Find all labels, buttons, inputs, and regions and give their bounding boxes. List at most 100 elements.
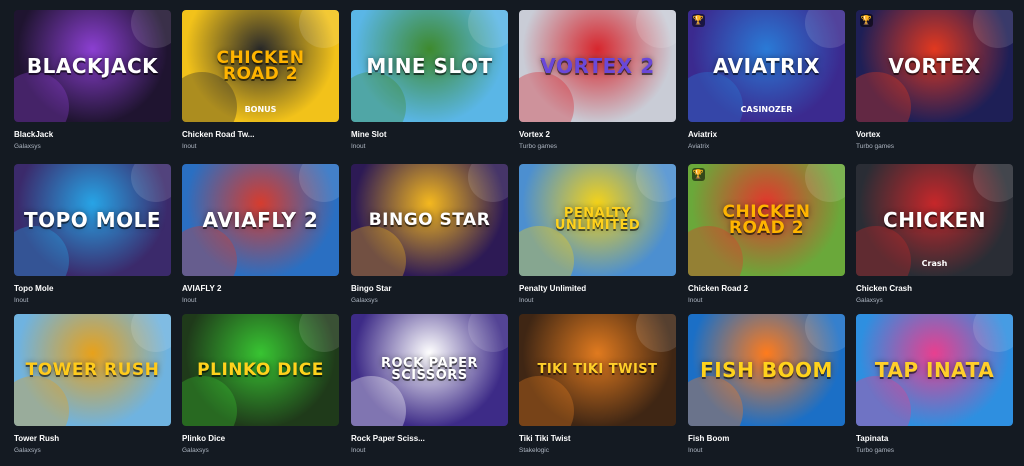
game-provider: Galaxsys <box>182 447 209 454</box>
game-art-title: BINGO STAR <box>368 209 491 230</box>
game-name[interactable]: Tapinata <box>856 434 1013 443</box>
game-card[interactable]: CHICKEN ROAD 2 🏆 Chicken Road 2 Inout <box>688 164 845 304</box>
game-thumbnail[interactable]: TOPO MOLE <box>14 164 171 276</box>
game-name[interactable]: Fish Boom <box>688 434 845 443</box>
game-thumbnail[interactable]: VORTEX 🏆 <box>856 10 1013 122</box>
game-art-title: FISH BOOM <box>700 357 833 382</box>
game-card[interactable]: TOWER RUSH Tower Rush Galaxsys <box>14 314 171 454</box>
plane-icon: Aviatrix CASINOZER <box>688 10 845 122</box>
trophy-icon: 🏆 <box>692 168 705 181</box>
game-card[interactable]: Plinko DICE Plinko Dice Galaxsys <box>182 314 339 454</box>
game-art-title: VORTEX <box>888 53 981 78</box>
game-thumbnail[interactable]: CHICKEN Crash <box>856 164 1013 276</box>
game-name[interactable]: Vortex <box>856 130 1013 139</box>
game-name[interactable]: Chicken Road Tw... <box>182 130 339 139</box>
game-thumbnail[interactable]: BINGO STAR <box>351 164 508 276</box>
game-name[interactable]: Mine Slot <box>351 130 508 139</box>
trophy-icon: 🏆 <box>860 14 873 27</box>
game-name[interactable]: Bingo Star <box>351 284 508 293</box>
game-provider: Stakelogic <box>519 447 549 454</box>
game-card[interactable]: CHICKEN Crash Chicken Crash Galaxsys <box>856 164 1013 304</box>
tiki-icon: TiKi TiKi TWIST <box>519 314 676 426</box>
game-name[interactable]: Tower Rush <box>14 434 171 443</box>
game-provider: Inout <box>351 143 366 150</box>
game-name[interactable]: AVIAFLY 2 <box>182 284 339 293</box>
game-card[interactable]: VORTEX 2 Vortex 2 Turbo games <box>519 10 676 150</box>
game-provider: Aviatrix <box>688 143 710 150</box>
game-card[interactable]: BINGO STAR Bingo Star Galaxsys <box>351 164 508 304</box>
game-art-title: TAP INATA <box>874 357 995 382</box>
game-art-title: VORTEX 2 <box>540 53 655 78</box>
cards-icon: BLACKJACK <box>14 10 171 122</box>
game-name[interactable]: Topo Mole <box>14 284 171 293</box>
game-art-title: CHICKEN <box>883 207 986 232</box>
game-thumbnail[interactable]: TAP INATA <box>856 314 1013 426</box>
mole-icon: TOPO MOLE <box>14 164 171 276</box>
game-name[interactable]: BlackJack <box>14 130 171 139</box>
game-name[interactable]: Vortex 2 <box>519 130 676 139</box>
game-art-subtitle: Crash <box>921 259 948 268</box>
game-art-title: CHICKEN ROAD 2 <box>216 47 305 84</box>
game-card[interactable]: Aviatrix CASINOZER 🏆 Aviatrix Aviatrix <box>688 10 845 150</box>
game-card[interactable]: BLACKJACK BlackJack Galaxsys <box>14 10 171 150</box>
game-thumbnail[interactable]: CHICKEN ROAD 2 BONUS <box>182 10 339 122</box>
pickaxe-icon: MINE SLOT <box>351 10 508 122</box>
game-provider: Inout <box>182 143 197 150</box>
game-name[interactable]: Penalty Unlimited <box>519 284 676 293</box>
game-provider: Inout <box>351 447 366 454</box>
chicken-icon: CHICKEN Crash <box>856 164 1013 276</box>
game-thumbnail[interactable]: VORTEX 2 <box>519 10 676 122</box>
game-art-title: Aviatrix <box>713 53 820 78</box>
game-name[interactable]: Chicken Road 2 <box>688 284 845 293</box>
game-card[interactable]: ROCK PAPER SCISSORS Rock Paper Sciss... In… <box>351 314 508 454</box>
game-card[interactable]: CHICKEN ROAD 2 BONUS Chicken Road Tw... Ino… <box>182 10 339 150</box>
game-thumbnail[interactable]: Aviatrix CASINOZER 🏆 <box>688 10 845 122</box>
game-thumbnail[interactable]: BLACKJACK <box>14 10 171 122</box>
game-card[interactable]: TAP INATA Tapinata Turbo games <box>856 314 1013 454</box>
game-art-title: TOPO MOLE <box>23 207 162 232</box>
game-card[interactable]: MINE SLOT Mine Slot Inout <box>351 10 508 150</box>
game-thumbnail[interactable]: FISH BOOM <box>688 314 845 426</box>
game-card[interactable]: PENALTY UNLIMITED Penalty Unlimited Inout <box>519 164 676 304</box>
fish-icon: FISH BOOM <box>688 314 845 426</box>
chicken-icon: CHICKEN ROAD 2 BONUS <box>182 10 339 122</box>
pinata-icon: TAP INATA <box>856 314 1013 426</box>
hand-icon: ROCK PAPER SCISSORS <box>351 314 508 426</box>
tower-icon: TOWER RUSH <box>14 314 171 426</box>
game-thumbnail[interactable]: ROCK PAPER SCISSORS <box>351 314 508 426</box>
game-thumbnail[interactable]: Plinko DICE <box>182 314 339 426</box>
game-art-title: ROCK PAPER SCISSORS <box>380 355 478 383</box>
game-thumbnail[interactable]: AVIAFLY 2 <box>182 164 339 276</box>
game-thumbnail[interactable]: MINE SLOT <box>351 10 508 122</box>
plane-icon: AVIAFLY 2 <box>182 164 339 276</box>
game-name[interactable]: Aviatrix <box>688 130 845 139</box>
game-thumbnail[interactable]: PENALTY UNLIMITED <box>519 164 676 276</box>
game-card[interactable]: VORTEX 🏆 Vortex Turbo games <box>856 10 1013 150</box>
game-card[interactable]: TOPO MOLE Topo Mole Inout <box>14 164 171 304</box>
vortex-icon: VORTEX <box>856 10 1013 122</box>
game-provider: Inout <box>688 447 703 454</box>
game-name[interactable]: Tiki Tiki Twist <box>519 434 676 443</box>
game-card[interactable]: AVIAFLY 2 AVIAFLY 2 Inout <box>182 164 339 304</box>
game-art-title: CHICKEN ROAD 2 <box>722 201 811 238</box>
game-thumbnail[interactable]: TiKi TiKi TWIST <box>519 314 676 426</box>
game-thumbnail[interactable]: CHICKEN ROAD 2 🏆 <box>688 164 845 276</box>
game-name[interactable]: Plinko Dice <box>182 434 339 443</box>
game-name[interactable]: Chicken Crash <box>856 284 1013 293</box>
game-name[interactable]: Rock Paper Sciss... <box>351 434 508 443</box>
game-provider: Inout <box>688 297 703 304</box>
bingo-icon: BINGO STAR <box>351 164 508 276</box>
soccer-icon: PENALTY UNLIMITED <box>519 164 676 276</box>
game-card[interactable]: TiKi TiKi TWIST Tiki Tiki Twist Stakelogic <box>519 314 676 454</box>
game-provider: Inout <box>519 297 534 304</box>
game-thumbnail[interactable]: TOWER RUSH <box>14 314 171 426</box>
game-art-title: AVIAFLY 2 <box>202 207 319 232</box>
game-art-title: Plinko DICE <box>197 359 324 380</box>
dice-icon: Plinko DICE <box>182 314 339 426</box>
game-provider: Inout <box>182 297 197 304</box>
trophy-icon: 🏆 <box>692 14 705 27</box>
game-art-subtitle: BONUS <box>244 105 277 114</box>
game-card[interactable]: FISH BOOM Fish Boom Inout <box>688 314 845 454</box>
game-provider: Galaxsys <box>351 297 378 304</box>
game-provider: Turbo games <box>519 143 558 150</box>
